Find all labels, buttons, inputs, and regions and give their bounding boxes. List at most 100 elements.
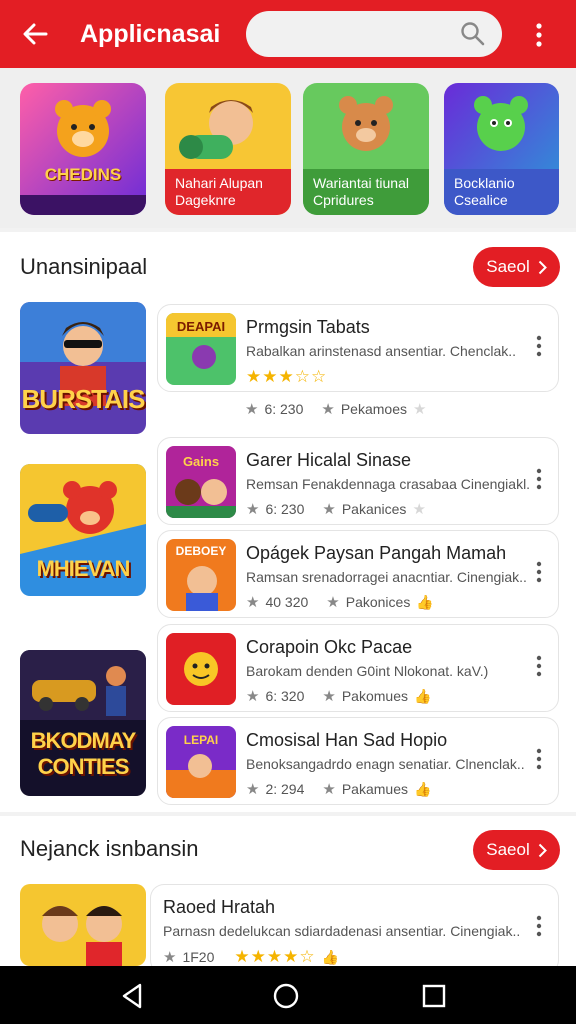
star-icon: ★ — [326, 594, 340, 611]
game-banner[interactable]: BURSTAIS — [20, 302, 146, 434]
banner-title: MHIEVAN — [36, 556, 131, 581]
rating-count: 40 320 — [265, 594, 309, 610]
icon-text: LEPAI — [184, 733, 218, 747]
section-title: Unansinipaal — [20, 254, 148, 279]
more-vert-icon[interactable] — [534, 655, 544, 677]
rating-count: 1F20 — [182, 949, 215, 965]
featured-label: Nahari Alupan Dageknre — [175, 175, 263, 208]
star-rating: ★★★★☆ — [234, 947, 316, 966]
search-icon[interactable] — [460, 21, 486, 47]
star-icon: ★ — [246, 781, 260, 798]
app-tag: Pekamoes — [340, 401, 407, 417]
see-all-button[interactable]: Saeol — [473, 830, 560, 870]
nav-back-icon[interactable] — [118, 982, 146, 1010]
app-stars: ★★★☆☆ — [246, 367, 327, 387]
star-icon: ★ — [322, 501, 336, 518]
thumb-icon: 👍 — [416, 593, 434, 610]
game-art — [20, 884, 146, 966]
app-title: Corapoin Okc Pacae — [246, 637, 413, 657]
star-icon: ★ — [321, 401, 335, 418]
app-description: Barokam denden G0int Nlokonat. kaV.) — [246, 663, 489, 679]
game-art — [20, 83, 146, 215]
featured-label: Bocklanio Csealice — [454, 175, 515, 208]
featured-tile[interactable]: Bocklanio Csealice — [444, 83, 559, 215]
game-banner[interactable]: BKODMAY CONTIES — [20, 650, 146, 796]
see-all-label: Saeol — [486, 257, 530, 276]
featured-art-title: CHEDINS — [44, 165, 122, 184]
section-title: Nejanck isnbansin — [20, 836, 199, 861]
thumb-icon: 👍 — [414, 687, 432, 704]
game-banner[interactable]: MHIEVAN — [20, 464, 146, 596]
app-card[interactable]: Gains Garer Hicalal Sinase Remsan Fenakd… — [157, 437, 559, 525]
app-tag: Pakamues — [341, 781, 408, 797]
star-icon: ★ — [322, 688, 336, 705]
app-meta: ★ 6: 230 ★ Pakanices ★ — [246, 500, 426, 518]
app-title: Opágek Paysan Pangah Mamah — [246, 543, 507, 563]
section-popular: Unansinipaal Saeol BURSTAIS MHIEVAN BKOD… — [0, 232, 576, 812]
star-icon: ★ — [246, 594, 260, 611]
more-vert-icon — [536, 23, 542, 47]
app-title: Cmosisal Han Sad Hopio — [246, 730, 448, 750]
star-rating: ★★★☆☆ — [246, 367, 328, 386]
nav-recents-icon[interactable] — [420, 982, 448, 1010]
app-card[interactable]: DEBOEY Opágek Paysan Pangah Mamah Ramsan… — [157, 530, 559, 618]
icon-text: DEAPAI — [177, 319, 225, 334]
app-icon: DEAPAI — [166, 313, 236, 385]
see-all-button[interactable]: Saeol — [473, 247, 560, 287]
app-card[interactable]: Corapoin Okc Pacae Barokam denden G0int … — [157, 624, 559, 712]
featured-carousel: CHEDINS Nahari Alupan Dageknre Wariantai… — [0, 68, 576, 228]
search-input[interactable] — [246, 11, 502, 57]
app-tag: Pakomues — [341, 688, 408, 704]
featured-tile[interactable]: Wariantai tiunal Cpridures — [303, 83, 429, 215]
app-description: Parnasn dedelukcan sdiardadenasi ansenti… — [163, 923, 521, 939]
app-meta: ★ 1F20 ★★★★☆ 👍 — [163, 947, 339, 967]
app-bar: Applicnasai — [0, 0, 576, 68]
rating-count: 6: 320 — [265, 688, 305, 704]
app-meta: ★ 2: 294 ★ Pakamues 👍 — [246, 780, 431, 799]
app-icon: LEPAI — [166, 726, 236, 798]
app-card[interactable]: Raoed Hratah Parnasn dedelukcan sdiardad… — [150, 884, 559, 974]
star-icon: ★ — [246, 688, 260, 705]
featured-tile[interactable]: Nahari Alupan Dageknre — [165, 83, 291, 215]
app-title: Applicnasai — [80, 19, 221, 48]
app-description: Rabalkan arinstenasd ansentiar. Chenclak… — [246, 343, 517, 359]
system-nav-bar — [0, 966, 576, 1024]
star-icon: ★ — [163, 949, 177, 966]
overflow-menu-button[interactable] — [520, 20, 558, 50]
icon-text: Gains — [183, 454, 219, 469]
more-vert-icon[interactable] — [534, 468, 544, 490]
nav-home-icon[interactable] — [272, 982, 300, 1010]
icon-text: DEBOEY — [176, 544, 227, 558]
app-description: Benoksangadrdo enagn senatiar. Clnenclak… — [246, 756, 525, 772]
banner-title: BKODMAY CONTIES — [30, 728, 137, 779]
chevron-right-icon — [538, 260, 547, 274]
thumb-icon: 👍 — [321, 948, 340, 965]
app-card[interactable]: LEPAI Cmosisal Han Sad Hopio Benoksangad… — [157, 717, 559, 805]
app-title: Raoed Hratah — [163, 897, 276, 917]
app-title: Garer Hicalal Sinase — [246, 450, 412, 470]
app-title: Prmgsin Tabats — [246, 317, 370, 337]
game-banner[interactable] — [20, 884, 146, 966]
app-tag: Pakonices — [345, 594, 411, 610]
app-card[interactable]: DEAPAI Prmgsin Tabats Rabalkan arinstena… — [157, 304, 559, 392]
more-vert-icon[interactable] — [534, 915, 544, 937]
more-vert-icon[interactable] — [534, 748, 544, 770]
featured-tile[interactable]: CHEDINS — [20, 83, 146, 215]
star-icon: ★ — [246, 501, 260, 518]
star-icon: ★ — [412, 501, 426, 518]
app-icon — [166, 633, 236, 705]
rating-count: 6: 230 — [264, 401, 304, 417]
more-vert-icon[interactable] — [534, 335, 544, 357]
app-meta: ★ 40 320 ★ Pakonices 👍 — [246, 593, 434, 612]
rating-count: 2: 294 — [265, 781, 305, 797]
app-description: Remsan Fenakdennaga crasabaa Cinengiakl. — [246, 476, 531, 492]
app-tag: Pakanices — [341, 501, 407, 517]
app-meta: ★ 6: 230 ★ Pekamoes ★ — [245, 400, 426, 418]
back-button[interactable] — [0, 0, 70, 68]
see-all-label: Saeol — [486, 840, 530, 859]
more-vert-icon[interactable] — [534, 561, 544, 583]
app-icon: Gains — [166, 446, 236, 518]
app-meta: ★ 6: 320 ★ Pakomues 👍 — [246, 687, 432, 706]
back-arrow-icon — [23, 23, 48, 45]
app-icon: DEBOEY — [166, 539, 236, 611]
